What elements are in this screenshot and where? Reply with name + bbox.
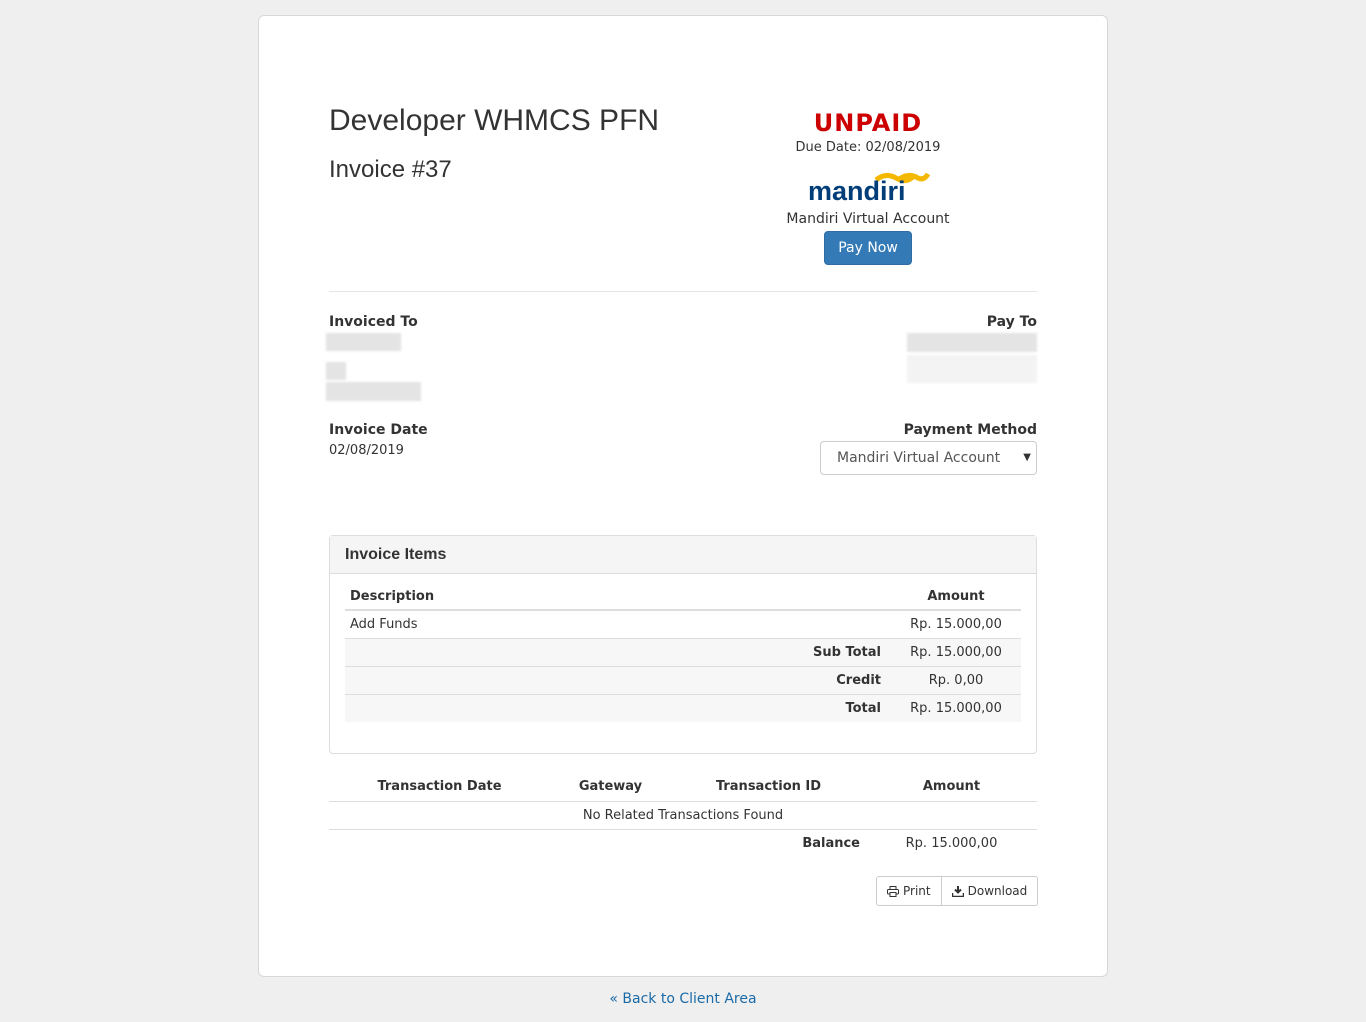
table-row: No Related Transactions Found: [329, 800, 1037, 829]
invoice-items-panel: Invoice Items Description Amount Add Fun…: [329, 535, 1037, 754]
payment-method-label: Payment Method: [903, 422, 1037, 438]
payment-method-value: Mandiri Virtual Account: [837, 450, 1001, 466]
table-row: Add Funds Rp. 15.000,00: [345, 609, 1021, 638]
invoice-status-block: UNPAID Due Date: 02/08/2019 mandiri Mand…: [759, 108, 977, 265]
total-value: Rp. 15.000,00: [891, 693, 1021, 722]
balance-label: Balance: [329, 828, 866, 857]
back-to-client-area-link[interactable]: « Back to Client Area: [0, 991, 1366, 1007]
download-button[interactable]: Download: [940, 877, 1038, 905]
divider: [329, 291, 1037, 292]
gateway-name: Mandiri Virtual Account: [786, 211, 950, 227]
status-unpaid: UNPAID: [813, 109, 923, 137]
transactions-table: Transaction Date Gateway Transaction ID …: [329, 773, 1037, 857]
invoice-actions: Print Download: [876, 876, 1039, 906]
print-label: Print: [903, 884, 931, 898]
col-gateway: Gateway: [550, 773, 671, 802]
col-transaction-date: Transaction Date: [329, 773, 550, 802]
total-label: Total: [345, 693, 891, 722]
due-date: Due Date: 02/08/2019: [795, 140, 941, 155]
company-name: Developer WHMCS PFN: [329, 104, 660, 137]
subtotal-row: Sub Total Rp. 15.000,00: [345, 637, 1021, 666]
invoiced-to-label: Invoiced To: [329, 314, 418, 330]
balance-row: Balance Rp. 15.000,00: [329, 828, 1037, 857]
credit-label: Credit: [345, 665, 891, 694]
chevron-down-icon: ▼: [1023, 452, 1031, 463]
col-description: Description: [345, 583, 891, 611]
invoice-date-label: Invoice Date: [329, 422, 428, 438]
logo-wordmark: mandiri: [808, 176, 906, 206]
item-description: Add Funds: [345, 609, 891, 638]
download-icon: [951, 885, 964, 897]
subtotal-value: Rp. 15.000,00: [891, 637, 1021, 666]
total-row: Total Rp. 15.000,00: [345, 693, 1021, 722]
invoice-items-title: Invoice Items: [330, 536, 1036, 574]
download-label: Download: [967, 884, 1028, 898]
invoice-date: 02/08/2019: [329, 443, 404, 458]
col-amount: Amount: [891, 583, 1021, 611]
balance-value: Rp. 15.000,00: [866, 828, 1037, 857]
mandiri-logo: mandiri: [808, 172, 930, 206]
col-amount: Amount: [866, 773, 1037, 802]
item-amount: Rp. 15.000,00: [891, 609, 1021, 638]
print-button[interactable]: Print: [877, 877, 941, 905]
col-transaction-id: Transaction ID: [671, 773, 866, 802]
table-header-row: Transaction Date Gateway Transaction ID …: [329, 773, 1037, 802]
no-transactions-message: No Related Transactions Found: [329, 800, 1037, 829]
print-icon: [887, 885, 899, 897]
credit-row: Credit Rp. 0,00: [345, 665, 1021, 694]
pay-to-label: Pay To: [986, 314, 1037, 330]
credit-value: Rp. 0,00: [891, 665, 1021, 694]
invoice-items-table: Description Amount Add Funds Rp. 15.000,…: [345, 583, 1021, 722]
invoice-card: Developer WHMCS PFN Invoice #37 UNPAID D…: [258, 15, 1108, 977]
pay-now-button[interactable]: Pay Now: [824, 231, 912, 265]
table-header-row: Description Amount: [345, 583, 1021, 611]
invoice-number: Invoice #37: [329, 156, 452, 183]
payment-method-select[interactable]: Mandiri Virtual Account ▼: [820, 441, 1037, 475]
subtotal-label: Sub Total: [345, 637, 891, 666]
